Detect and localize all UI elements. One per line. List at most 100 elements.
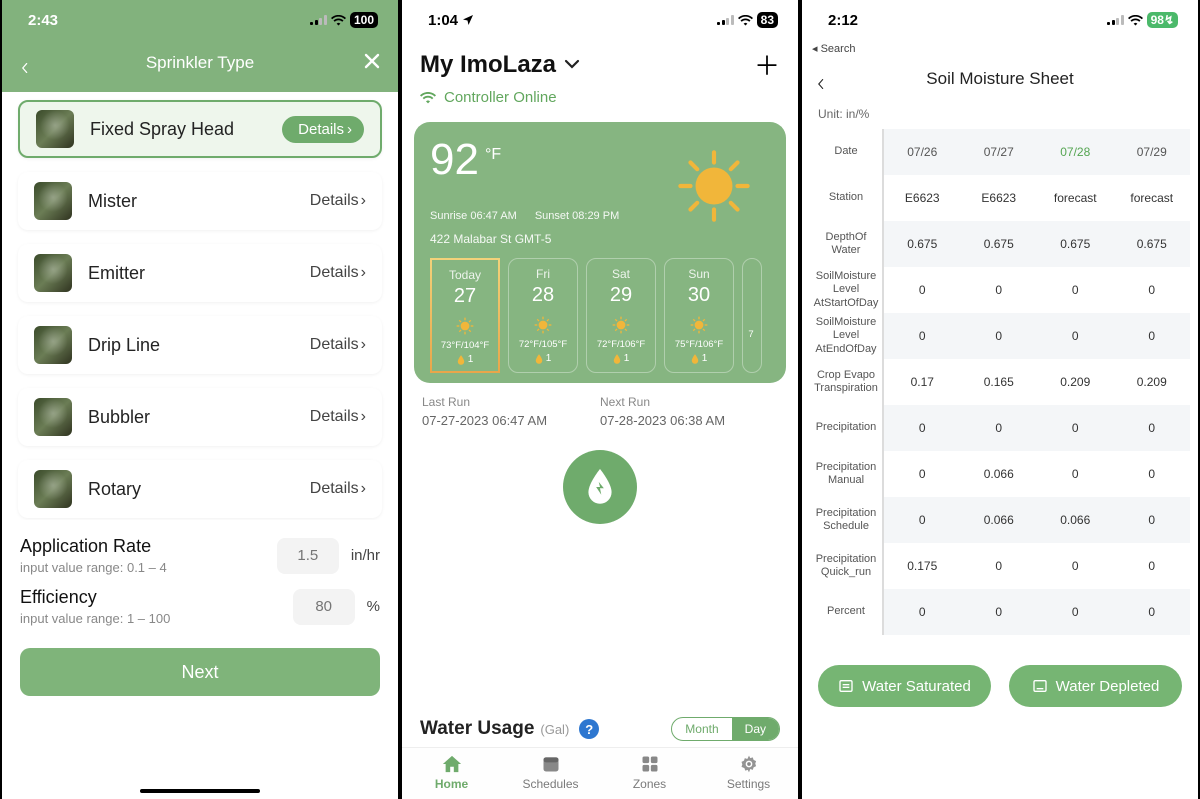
details-link[interactable]: Details› (310, 480, 366, 498)
sprinkler-type-screen: 2:43 100 Sprinkler Type Fixed Spray Head… (0, 0, 400, 799)
sprinkler-name: Mister (88, 191, 310, 212)
close-icon[interactable] (364, 53, 380, 74)
wifi-icon (420, 92, 436, 104)
table-cell: 0 (884, 313, 961, 359)
table-cell: 0.209 (1037, 359, 1114, 405)
controller-name[interactable]: My ImoLaza (420, 51, 556, 79)
sprinkler-name: Emitter (88, 263, 310, 284)
raindrop-icon (535, 354, 543, 364)
unit-label: Unit: in/% (802, 99, 1198, 129)
clock: 1:04 (428, 12, 458, 29)
controller-status: Controller Online (402, 85, 798, 116)
period-toggle[interactable]: Month Day (671, 717, 780, 741)
water-drop-icon (584, 469, 616, 505)
wifi-icon (331, 15, 346, 26)
sprinkler-item-drip-line[interactable]: Drip Line Details› (18, 316, 382, 374)
location-icon (462, 14, 474, 26)
home-dashboard-screen: 1:04 83 My ImoLaza ＋ Controller Online 9… (400, 0, 800, 799)
application-rate-input[interactable] (277, 538, 339, 574)
table-cell: 0 (1114, 451, 1191, 497)
signal-icon (310, 15, 327, 25)
details-link[interactable]: Details› (310, 192, 366, 210)
raindrop-icon (613, 354, 621, 364)
forecast-day-partial[interactable]: 7 (742, 258, 762, 373)
table-cell: 0 (1037, 543, 1114, 589)
tab-bar: Home Schedules Zones Settings (402, 747, 798, 799)
table-cell: 0.675 (1114, 221, 1191, 267)
table-cell: 0 (1037, 405, 1114, 451)
calendar-icon (541, 754, 561, 774)
forecast-day[interactable]: Fri28 72°F/105°F 1 (508, 258, 578, 373)
period-day[interactable]: Day (732, 718, 779, 740)
gear-icon (739, 754, 759, 774)
tab-settings[interactable]: Settings (699, 754, 798, 791)
details-link[interactable]: Details› (310, 336, 366, 354)
sprinkler-item-emitter[interactable]: Emitter Details› (18, 244, 382, 302)
table-cell: 0 (1114, 589, 1191, 635)
back-icon[interactable] (816, 74, 826, 84)
table-cell: E6623 (884, 175, 961, 221)
sunrise: Sunrise 06:47 AM (430, 210, 517, 222)
table-cell: 0.175 (884, 543, 961, 589)
sprinkler-item-bubbler[interactable]: Bubbler Details› (18, 388, 382, 446)
water-usage-unit: (Gal) (540, 722, 569, 737)
back-icon[interactable] (20, 58, 30, 68)
back-to-search[interactable]: ◂ Search (802, 40, 1198, 55)
application-rate-unit: in/hr (351, 547, 380, 564)
temperature-unit: °F (485, 146, 501, 164)
tab-home[interactable]: Home (402, 754, 501, 791)
efficiency-input[interactable] (293, 589, 355, 625)
depleted-icon (1032, 678, 1048, 694)
wifi-icon (738, 15, 753, 26)
help-icon[interactable]: ? (579, 719, 599, 739)
home-indicator[interactable] (140, 789, 260, 793)
sprinkler-item-mister[interactable]: Mister Details› (18, 172, 382, 230)
status-bar: 1:04 83 (402, 0, 798, 40)
chevron-down-icon[interactable] (564, 56, 580, 74)
table-body[interactable]: 07/2607/2707/2807/29E6623E6623forecastfo… (884, 129, 1190, 635)
add-button[interactable]: ＋ (754, 46, 780, 83)
status-bar: 2:43 100 (2, 0, 398, 40)
table-cell: 0.675 (884, 221, 961, 267)
details-link[interactable]: Details› (310, 408, 366, 426)
period-month[interactable]: Month (672, 718, 731, 740)
water-saturated-button[interactable]: Water Saturated (818, 665, 991, 707)
sprinkler-thumb (34, 470, 72, 508)
efficiency-unit: % (367, 598, 380, 615)
quick-run-button[interactable] (563, 450, 637, 524)
battery-indicator: 83 (757, 12, 778, 28)
tab-zones[interactable]: Zones (600, 754, 699, 791)
sprinkler-item-fixed-spray[interactable]: Fixed Spray Head Details› (18, 100, 382, 158)
wifi-icon (1128, 15, 1143, 26)
sun-icon (532, 314, 554, 336)
table-cell: 0 (961, 543, 1038, 589)
tab-schedules[interactable]: Schedules (501, 754, 600, 791)
forecast-row[interactable]: Today 27 73°F/104°F 1 Fri28 72°F/105°F 1… (430, 258, 770, 373)
details-button[interactable]: Details› (282, 116, 364, 143)
forecast-day[interactable]: Sun30 75°F/106°F 1 (664, 258, 734, 373)
water-depleted-button[interactable]: Water Depleted (1009, 665, 1182, 707)
table-cell: 0.675 (961, 221, 1038, 267)
table-cell: 0 (884, 589, 961, 635)
table-cell: 0 (1037, 267, 1114, 313)
table-cell: 07/29 (1114, 129, 1191, 175)
table-cell: 07/28 (1037, 129, 1114, 175)
next-run-label: Next Run (600, 395, 778, 409)
details-link[interactable]: Details› (310, 264, 366, 282)
clock: 2:12 (828, 12, 858, 29)
sprinkler-thumb (34, 398, 72, 436)
forecast-day-today[interactable]: Today 27 73°F/104°F 1 (430, 258, 500, 373)
raindrop-icon (691, 354, 699, 364)
forecast-day[interactable]: Sat29 72°F/106°F 1 (586, 258, 656, 373)
table-cell: 07/27 (961, 129, 1038, 175)
efficiency-range: input value range: 1 – 100 (20, 611, 170, 626)
row-header: Percent (810, 589, 882, 635)
page-title: Sprinkler Type (146, 53, 254, 73)
sprinkler-item-rotary[interactable]: Rotary Details› (18, 460, 382, 518)
run-info: Last Run07-27-2023 06:47 AM Next Run07-2… (402, 383, 798, 432)
next-button[interactable]: Next (20, 648, 380, 696)
table-cell: 0.165 (961, 359, 1038, 405)
sprinkler-thumb (36, 110, 74, 148)
status-bar: 2:12 98↯ (802, 0, 1198, 40)
soil-moisture-screen: 2:12 98↯ ◂ Search Soil Moisture Sheet Un… (800, 0, 1200, 799)
